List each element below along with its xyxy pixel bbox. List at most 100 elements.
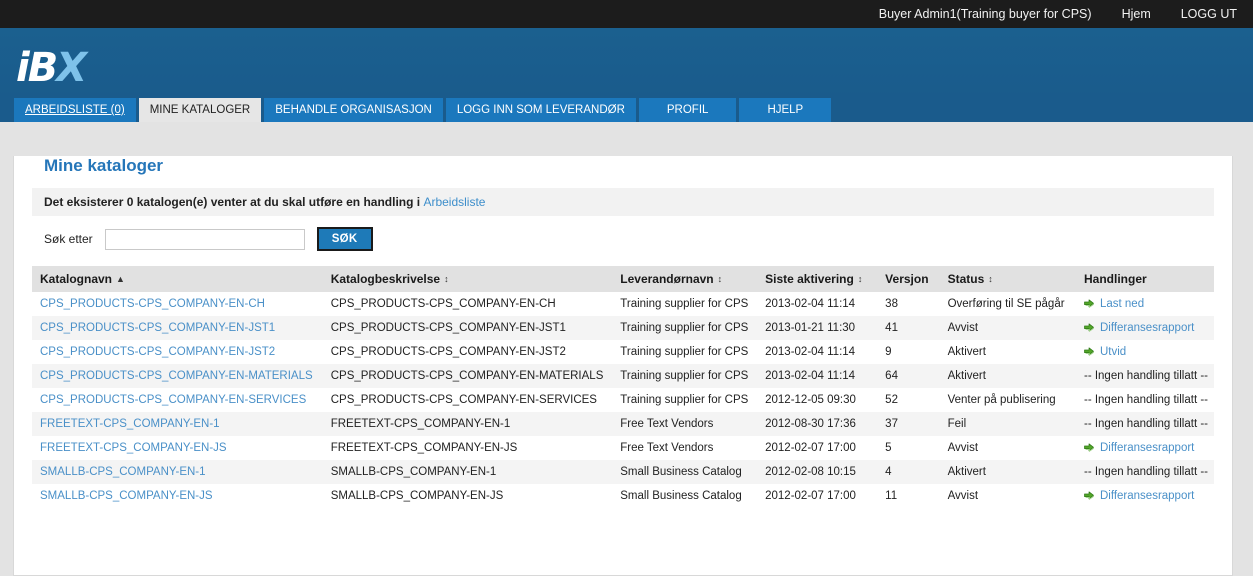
no-action-label: -- Ingen handling tillatt -- — [1083, 418, 1208, 430]
cell-katalogbeskrivelse: FREETEXT-CPS_COMPANY-EN-1 — [330, 418, 511, 430]
cell-katalognavn: CPS_PRODUCTS-CPS_COMPANY-EN-JST1 — [32, 316, 323, 340]
tab-mine-kataloger[interactable]: MINE KATALOGER — [138, 98, 262, 122]
table-row: FREETEXT-CPS_COMPANY-EN-1 FREETEXT-CPS_CO… — [32, 412, 1214, 436]
catalog-name-link[interactable]: CPS_PRODUCTS-CPS_COMPANY-EN-MATERIALS — [40, 370, 313, 382]
catalog-name-link[interactable]: CPS_PRODUCTS-CPS_COMPANY-EN-JST1 — [40, 322, 275, 334]
cell-versjon: 9 — [885, 346, 892, 358]
cell-katalognavn: FREETEXT-CPS_COMPANY-EN-1 — [32, 412, 323, 436]
logout-link[interactable]: LOGG UT — [1181, 7, 1237, 21]
cell-katalognavn: CPS_PRODUCTS-CPS_COMPANY-EN-JST2 — [32, 340, 323, 364]
catalog-name-link[interactable]: CPS_PRODUCTS-CPS_COMPANY-EN-SERVICES — [40, 394, 306, 406]
action-link[interactable]: Last ned — [1100, 298, 1144, 310]
table-row: FREETEXT-CPS_COMPANY-EN-JS FREETEXT-CPS_C… — [32, 436, 1214, 460]
home-link[interactable]: Hjem — [1122, 7, 1151, 21]
sort-asc-icon[interactable]: ▲ — [116, 275, 125, 284]
cell-status: Overføring til SE pågår — [947, 298, 1065, 310]
cell-handlinger: Differansesrapport — [1076, 436, 1214, 460]
cell-katalognavn: SMALLB-CPS_COMPANY-EN-JS — [32, 484, 323, 508]
catalog-name-link[interactable]: FREETEXT-CPS_COMPANY-EN-1 — [40, 418, 220, 430]
table-row: CPS_PRODUCTS-CPS_COMPANY-EN-SERVICES CPS_… — [32, 388, 1214, 412]
search-label: Søk etter — [44, 232, 93, 246]
table-row: SMALLB-CPS_COMPANY-EN-JS SMALLB-CPS_COMPA… — [32, 484, 1214, 508]
tab-hjelp[interactable]: HJELP — [739, 98, 832, 122]
worklist-info-link[interactable]: Arbeidsliste — [423, 195, 485, 209]
cell-leverandornavn: Training supplier for CPS — [620, 322, 749, 334]
green-arrow-icon — [1084, 323, 1095, 333]
column-label-handlinger: Handlinger — [1083, 272, 1147, 286]
column-label-versjon: Versjon — [885, 272, 929, 286]
cell-status: Aktivert — [947, 466, 986, 478]
tab-logg-inn-som-leverandor[interactable]: LOGG INN SOM LEVERANDØR — [445, 98, 636, 122]
column-header-leverandornavn[interactable]: Leverandørnavn ↕ — [612, 266, 758, 292]
column-header-status[interactable]: Status ↕ — [939, 266, 1076, 292]
table-row: CPS_PRODUCTS-CPS_COMPANY-EN-JST2 CPS_PROD… — [32, 340, 1214, 364]
current-user-label: Buyer Admin1(Training buyer for CPS) — [878, 7, 1092, 21]
cell-katalognavn: FREETEXT-CPS_COMPANY-EN-JS — [32, 436, 323, 460]
column-label-katalogbeskrivelse: Katalogbeskrivelse — [330, 272, 441, 286]
catalogs-table-header: Katalognavn ▲ Katalogbeskrivelse ↕ Leveran… — [32, 266, 1214, 292]
cell-handlinger: -- Ingen handling tillatt -- — [1076, 460, 1214, 484]
sort-both-icon[interactable]: ↕ — [858, 275, 863, 284]
cell-siste-aktivering: 2012-02-07 17:00 — [765, 490, 856, 502]
tab-behandle-organisasjon[interactable]: BEHANDLE ORGANISASJON — [264, 98, 443, 122]
cell-katalognavn: CPS_PRODUCTS-CPS_COMPANY-EN-CH — [32, 292, 323, 316]
tab-arbeidsliste[interactable]: ARBEIDSLISTE (0) — [14, 98, 136, 122]
green-arrow-icon — [1084, 299, 1095, 309]
cell-versjon: 64 — [885, 370, 898, 382]
cell-leverandornavn: Free Text Vendors — [620, 442, 714, 454]
catalog-name-link[interactable]: CPS_PRODUCTS-CPS_COMPANY-EN-JST2 — [40, 346, 275, 358]
cell-siste-aktivering: 2013-02-04 11:14 — [765, 370, 856, 382]
column-header-handlinger: Handlinger — [1075, 266, 1214, 292]
catalogs-table: Katalognavn ▲ Katalogbeskrivelse ↕ Leveran… — [32, 266, 1214, 508]
action-link[interactable]: Utvid — [1100, 346, 1126, 358]
cell-katalognavn: CPS_PRODUCTS-CPS_COMPANY-EN-MATERIALS — [32, 364, 323, 388]
cell-katalogbeskrivelse: CPS_PRODUCTS-CPS_COMPANY-EN-MATERIALS — [330, 370, 604, 382]
cell-versjon: 5 — [885, 442, 892, 454]
column-header-katalognavn[interactable]: Katalognavn ▲ — [32, 266, 323, 292]
cell-leverandornavn: Training supplier for CPS — [620, 370, 749, 382]
cell-versjon: 38 — [885, 298, 898, 310]
search-input[interactable] — [104, 228, 305, 250]
cell-handlinger: -- Ingen handling tillatt -- — [1076, 412, 1214, 436]
search-button[interactable]: SØK — [316, 227, 373, 251]
cell-katalognavn: SMALLB-CPS_COMPANY-EN-1 — [32, 460, 323, 484]
cell-handlinger: -- Ingen handling tillatt -- — [1076, 364, 1214, 388]
sort-both-icon[interactable]: ↕ — [718, 275, 723, 284]
cell-status: Avvist — [947, 490, 979, 502]
column-header-siste-aktivering[interactable]: Siste aktivering ↕ — [757, 266, 878, 292]
catalog-name-link[interactable]: CPS_PRODUCTS-CPS_COMPANY-EN-CH — [40, 298, 265, 310]
cell-siste-aktivering: 2012-02-07 17:00 — [765, 442, 856, 454]
column-header-katalogbeskrivelse[interactable]: Katalogbeskrivelse ↕ — [322, 266, 613, 292]
cell-katalogbeskrivelse: FREETEXT-CPS_COMPANY-EN-JS — [330, 442, 518, 454]
cell-leverandornavn: Training supplier for CPS — [620, 346, 749, 358]
no-action-label: -- Ingen handling tillatt -- — [1083, 394, 1208, 406]
cell-katalognavn: CPS_PRODUCTS-CPS_COMPANY-EN-SERVICES — [32, 388, 323, 412]
table-row: CPS_PRODUCTS-CPS_COMPANY-EN-MATERIALS CPS… — [32, 364, 1214, 388]
catalog-name-link[interactable]: SMALLB-CPS_COMPANY-EN-1 — [40, 466, 206, 478]
catalog-name-link[interactable]: SMALLB-CPS_COMPANY-EN-JS — [40, 490, 213, 502]
content-panel: Mine kataloger Det eksisterer 0 kataloge… — [13, 156, 1233, 576]
green-arrow-icon — [1084, 491, 1095, 501]
page-title: Mine kataloger — [44, 156, 164, 175]
sort-both-icon[interactable]: ↕ — [988, 275, 993, 284]
cell-status: Aktivert — [947, 346, 986, 358]
cell-versjon: 11 — [885, 490, 898, 502]
cell-siste-aktivering: 2012-12-05 09:30 — [765, 394, 856, 406]
sort-both-icon[interactable]: ↕ — [444, 275, 449, 284]
action-link[interactable]: Differansesrapport — [1100, 322, 1194, 334]
tab-profil[interactable]: PROFIL — [638, 98, 737, 122]
ibx-logo[interactable]: iBX — [16, 48, 87, 88]
cell-versjon: 52 — [885, 394, 898, 406]
cell-status: Venter på publisering — [947, 394, 1056, 406]
green-arrow-icon — [1084, 443, 1095, 453]
top-utility-bar: Buyer Admin1(Training buyer for CPS) Hje… — [0, 0, 1253, 28]
table-row: SMALLB-CPS_COMPANY-EN-1 SMALLB-CPS_COMPAN… — [32, 460, 1214, 484]
cell-leverandornavn: Training supplier for CPS — [620, 298, 749, 310]
catalog-name-link[interactable]: FREETEXT-CPS_COMPANY-EN-JS — [40, 442, 227, 454]
action-link[interactable]: Differansesrapport — [1100, 490, 1194, 502]
cell-status: Avvist — [947, 442, 979, 454]
catalogs-table-body: CPS_PRODUCTS-CPS_COMPANY-EN-CH CPS_PRODUC… — [32, 292, 1214, 508]
cell-handlinger: -- Ingen handling tillatt -- — [1076, 388, 1214, 412]
cell-katalogbeskrivelse: CPS_PRODUCTS-CPS_COMPANY-EN-JST2 — [330, 346, 566, 358]
action-link[interactable]: Differansesrapport — [1100, 442, 1194, 454]
